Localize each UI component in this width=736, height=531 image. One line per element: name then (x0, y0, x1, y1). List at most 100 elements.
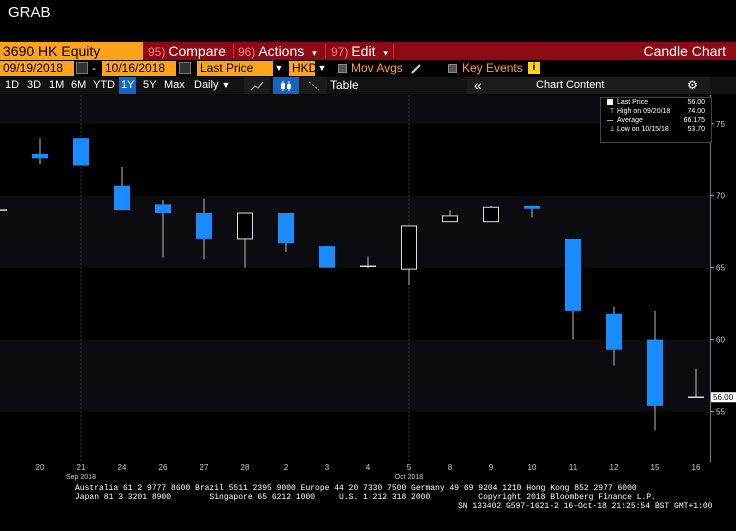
period-1m[interactable]: 1M (49, 77, 64, 94)
date-tick-label: 2 (284, 463, 289, 472)
frequency-caret-icon: ▼ (221, 80, 231, 90)
edit-number: 97) (331, 45, 349, 59)
background-band (0, 411, 710, 462)
start-date-field[interactable]: 09/19/2018 (0, 61, 74, 76)
actions-number: 96) (238, 45, 256, 59)
background-band (0, 339, 710, 412)
mov-avgs-checkbox[interactable] (338, 64, 347, 73)
table-button[interactable]: Table (330, 77, 359, 94)
legend-last-price: Last Price 56.00 (601, 98, 711, 107)
ticker-field[interactable]: 3690 HK Equity (0, 42, 143, 60)
calendar-icon[interactable] (179, 62, 191, 74)
date-tick-label: 26 (159, 463, 168, 472)
actions-button[interactable]: 96) Actions ▾ (238, 42, 317, 60)
date-tick-label: 15 (651, 463, 660, 472)
date-tick-label: 10 (528, 463, 537, 472)
candle-chart-tool-icon[interactable] (273, 77, 299, 94)
date-tick-label: 16 (692, 463, 701, 472)
candle-body (524, 205, 540, 209)
footer-phones-1: Australia 61 2 9777 8600 Brazil 5511 239… (75, 484, 637, 493)
date-tick-label: 21 (77, 463, 86, 472)
footer-phones-2: Japan 81 3 3201 8900 Singapore 65 6212 1… (75, 493, 656, 502)
candle-chart[interactable] (0, 95, 710, 462)
period-1d[interactable]: 1D (5, 77, 19, 94)
candle-body (606, 313, 622, 350)
period-ytd[interactable]: YTD (93, 77, 115, 94)
mov-avgs-label[interactable]: Mov Avgs (351, 61, 403, 76)
last-price-label: 56.00 (713, 393, 734, 402)
candle (319, 246, 335, 268)
currency-select[interactable]: HKD (289, 61, 317, 76)
date-axis: 20 21 24 26 27 28 2 3 4 5 8 9 10 11 12 15 16 Sep 2018 Oct … (36, 463, 701, 481)
legend-label: Average (617, 117, 643, 124)
axis-tick-label: 70 (716, 192, 725, 201)
legend-value: 53.70 (687, 126, 705, 133)
legend-average: Average 66.175 (601, 116, 711, 125)
footer: Australia 61 2 9777 8600 Brazil 5511 239… (0, 484, 736, 511)
candle-body (73, 138, 89, 166)
candle-body (237, 212, 253, 240)
gear-icon[interactable]: ⚙ (687, 77, 698, 94)
axis-tick-label: 65 (716, 264, 725, 273)
compare-button[interactable]: 95) Compare (148, 42, 226, 60)
month-label: Sep 2018 (66, 474, 96, 481)
last-price-swatch-icon (607, 99, 613, 105)
candle (73, 138, 89, 166)
legend-label: High on 09/20/18 (617, 108, 671, 115)
compare-number: 95) (148, 45, 166, 59)
annotation-tool-icon[interactable] (301, 77, 327, 94)
low-marker-icon: ⊥ (609, 126, 616, 133)
legend-value: 74.00 (687, 108, 705, 115)
key-events-checkbox[interactable] (448, 64, 457, 73)
date-tick-label: 8 (448, 463, 453, 472)
currency-dropdown-icon[interactable]: ▼ (316, 61, 328, 76)
legend-value: 56.00 (687, 99, 705, 106)
period-1y[interactable]: 1Y (119, 77, 137, 94)
compare-label: Compare (168, 43, 226, 59)
candle-body (319, 246, 335, 268)
legend-low: ⊥ Low on 10/15/18 53.70 (601, 125, 711, 134)
candle-body (483, 206, 499, 223)
average-line-icon (607, 120, 613, 122)
chart-content-button[interactable]: Chart Content (536, 77, 604, 94)
chart-type-title: Candle Chart (643, 43, 727, 59)
axis-tick-label: 55 (716, 408, 725, 417)
date-tick-label: 11 (569, 463, 578, 472)
legend-label: Low on 10/15/18 (617, 126, 669, 133)
period-6m[interactable]: 6M (71, 77, 86, 94)
period-5y[interactable]: 5Y (143, 77, 156, 94)
period-3d[interactable]: 3D (27, 77, 41, 94)
candle-body (196, 213, 212, 239)
key-events-label[interactable]: Key Events (462, 61, 523, 76)
collapse-icon[interactable]: « (474, 77, 482, 94)
date-tick-label: 12 (610, 463, 619, 472)
legend-value: 66.175 (683, 117, 705, 124)
info-icon[interactable]: i (528, 62, 540, 74)
menu-divider (233, 44, 234, 58)
date-tick-label: 9 (489, 463, 494, 472)
price-field-dropdown-icon[interactable]: ▼ (273, 61, 285, 76)
end-date-field[interactable]: 10/16/2018 (102, 61, 176, 76)
line-chart-tool-icon[interactable] (244, 77, 270, 94)
date-tick-label: 3 (325, 463, 330, 472)
date-tick-label: 24 (118, 463, 127, 472)
candle-body (155, 204, 171, 214)
calendar-icon[interactable] (76, 62, 88, 74)
candle-body (114, 185, 130, 211)
frequency-label: Daily (194, 79, 219, 91)
edit-button[interactable]: 97) Edit ▾ (331, 42, 388, 60)
date-tick-label: 28 (241, 463, 250, 472)
period-max[interactable]: Max (164, 77, 185, 94)
background-band (0, 267, 710, 340)
candle-body (647, 339, 663, 406)
candle-body (401, 225, 417, 270)
legend-label: Last Price (617, 99, 649, 106)
frequency-select[interactable]: Daily ▼ (194, 77, 230, 94)
price-field-select[interactable]: Last Price (197, 61, 273, 76)
high-marker-icon: ⊤ (609, 108, 616, 115)
candle-body (442, 215, 458, 223)
window-title: GRAB (8, 4, 51, 21)
month-label: Oct 2018 (395, 474, 424, 481)
pencil-icon[interactable] (410, 62, 422, 74)
price-axis: 55 60 65 70 75 56.00 (710, 95, 736, 462)
